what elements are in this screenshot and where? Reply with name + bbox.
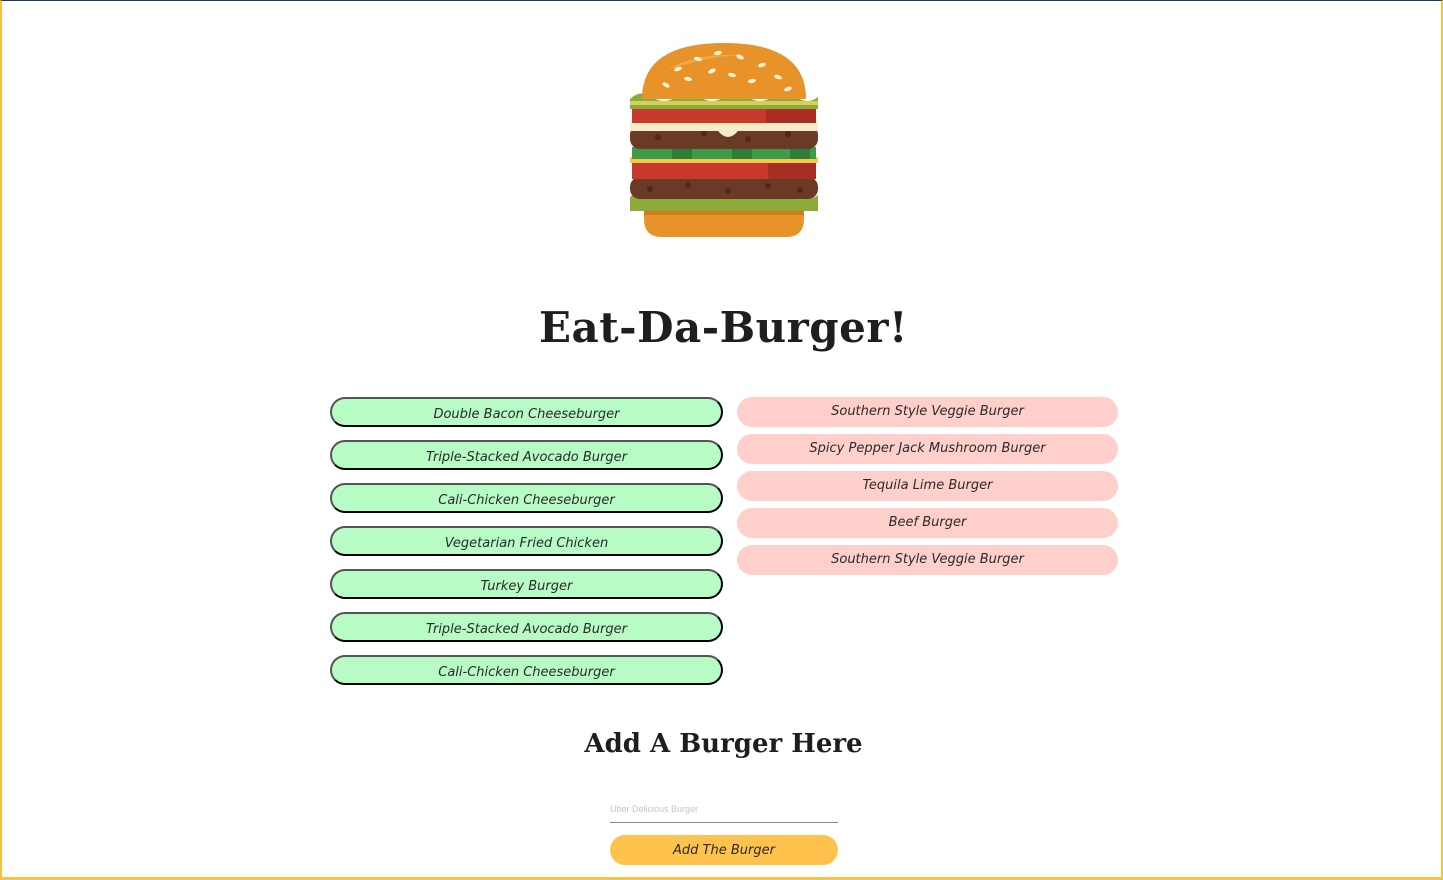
- burger-name-input[interactable]: [610, 796, 838, 823]
- add-burger-button[interactable]: Add The Burger: [610, 835, 838, 865]
- page-title: Eat-Da-Burger!: [539, 303, 908, 352]
- devoured-burger-item: Tequila Lime Burger: [737, 471, 1118, 501]
- uneaten-burger-button[interactable]: Turkey Burger: [330, 569, 723, 599]
- uneaten-burger-button[interactable]: Cali-Chicken Cheeseburger: [330, 655, 723, 685]
- devoured-burger-item: Spicy Pepper Jack Mushroom Burger: [737, 434, 1118, 464]
- uneaten-burger-list: Double Bacon Cheeseburger Triple-Stacked…: [330, 397, 723, 698]
- hamburger-icon: [630, 43, 818, 237]
- devoured-burger-item: Southern Style Veggie Burger: [737, 545, 1118, 575]
- uneaten-burger-button[interactable]: Triple-Stacked Avocado Burger: [330, 612, 723, 642]
- devoured-burger-list: Southern Style Veggie Burger Spicy Peppe…: [737, 397, 1118, 582]
- add-burger-heading: Add A Burger Here: [584, 729, 863, 759]
- uneaten-burger-button[interactable]: Cali-Chicken Cheeseburger: [330, 483, 723, 513]
- page-frame: Eat-Da-Burger! Double Bacon Cheeseburger…: [0, 0, 1443, 880]
- devoured-burger-item: Beef Burger: [737, 508, 1118, 538]
- uneaten-burger-button[interactable]: Vegetarian Fried Chicken: [330, 526, 723, 556]
- uneaten-burger-button[interactable]: Triple-Stacked Avocado Burger: [330, 440, 723, 470]
- uneaten-burger-button[interactable]: Double Bacon Cheeseburger: [330, 397, 723, 427]
- devoured-burger-item: Southern Style Veggie Burger: [737, 397, 1118, 427]
